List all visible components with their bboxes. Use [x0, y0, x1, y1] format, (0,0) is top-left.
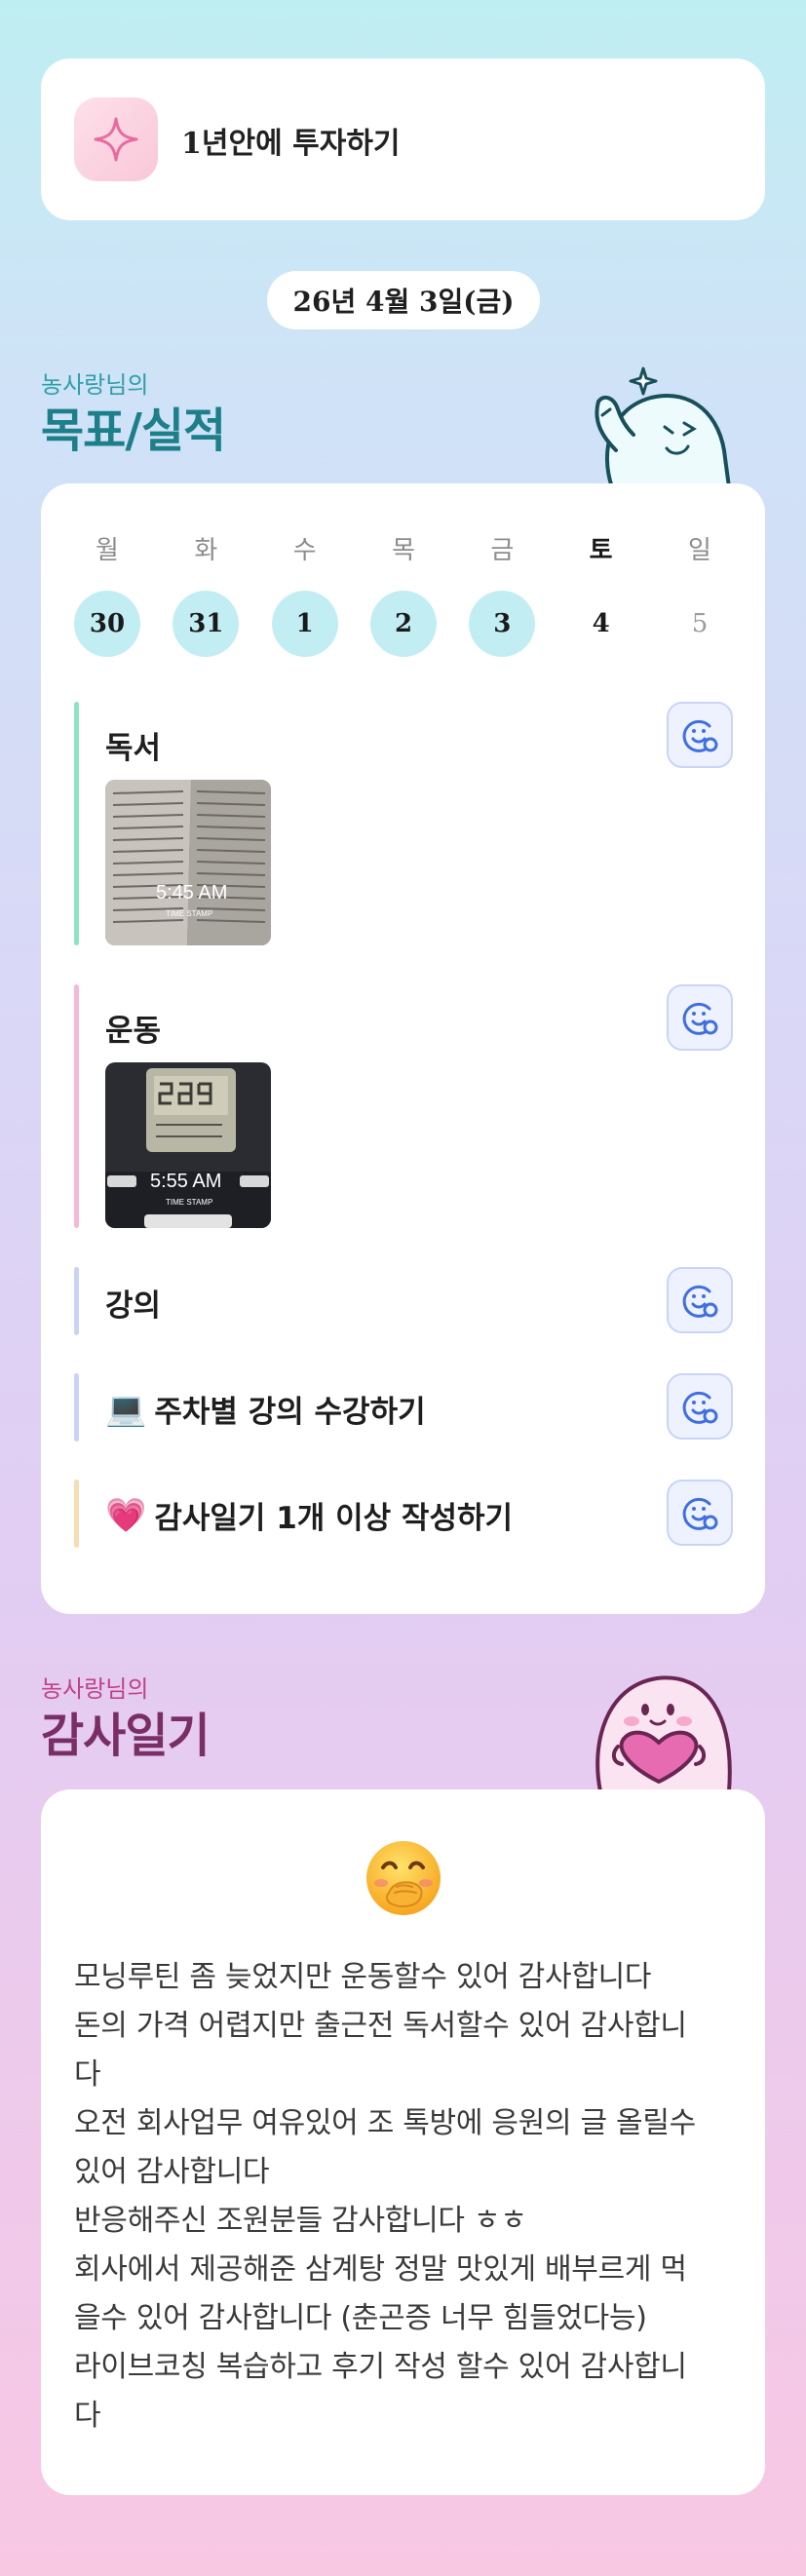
- task-bar: [74, 702, 79, 945]
- task-bar: [74, 1267, 79, 1335]
- task-bar: [74, 1480, 79, 1548]
- performance-title: 목표/실적: [41, 404, 226, 458]
- photo-stamp: TIME STAMP: [166, 909, 212, 918]
- task-reading: 독서 5:45 AM TIME STAMP: [74, 702, 733, 945]
- hand-over-mouth-emoji-icon: [366, 1841, 441, 1915]
- goal-text: 1년안에 투자하기: [181, 127, 401, 161]
- laptop-icon: 💻: [105, 1389, 147, 1429]
- day-name: 월: [96, 536, 119, 565]
- gratitude-card: 모닝루틴 좀 늦었지만 운동할수 있어 감사합니다 돈의 가격 어렵지만 출근전…: [41, 1789, 765, 2495]
- day-number[interactable]: 2: [369, 591, 437, 657]
- task-gratitude-journal: 💗 감사일기 1개 이상 작성하기: [74, 1480, 733, 1548]
- gratitude-line: 다: [74, 2057, 101, 2092]
- gratitude-line: 모닝루틴 좀 늦었지만 운동할수 있어 감사합니다: [74, 1960, 652, 1994]
- task-label: 강의: [105, 1281, 161, 1325]
- pink-heart-icon: 💗: [105, 1495, 147, 1535]
- task-label: 💻 주차별 강의 수강하기: [105, 1387, 426, 1431]
- reading-photo[interactable]: 5:45 AM TIME STAMP: [105, 780, 271, 945]
- smile-react-button[interactable]: [667, 1267, 733, 1333]
- day-name: 금: [490, 536, 515, 565]
- smile-add-icon: [682, 719, 718, 752]
- gratitude-line: 돈의 가격 어렵지만 출근전 독서할수 있어 감사합니: [74, 2009, 687, 2043]
- day-tue[interactable]: 화 31: [173, 530, 240, 657]
- gratitude-line: 오전 회사업무 여유있어 조 톡방에 응원의 글 올릴수: [74, 2106, 696, 2140]
- smile-react-button[interactable]: [667, 1373, 733, 1440]
- task-label-text: 주차별 강의 수강하기: [154, 1395, 426, 1430]
- gratitude-line: 을수 있어 감사합니다 (춘곤증 너무 힘들었다능): [74, 2301, 647, 2335]
- task-exercise: 운동 5:55 AM TIME STAMP: [74, 984, 733, 1228]
- smile-react-button[interactable]: [667, 984, 733, 1051]
- day-thu[interactable]: 목 2: [369, 530, 437, 657]
- day-name: 목: [392, 536, 415, 565]
- day-wed[interactable]: 수 1: [271, 530, 338, 657]
- task-label-text: 운동: [105, 1014, 162, 1049]
- task-label-text: 감사일기 1개 이상 작성하기: [154, 1501, 514, 1536]
- smile-add-icon: [682, 1497, 718, 1530]
- gratitude-text: 모닝루틴 좀 늦었지만 운동할수 있어 감사합니다 돈의 가격 어렵지만 출근전…: [74, 1953, 737, 2441]
- task-lecture: 강의: [74, 1267, 733, 1335]
- sparkle-icon: [74, 97, 158, 181]
- day-name: 화: [194, 536, 218, 565]
- task-label: 운동: [105, 1006, 161, 1050]
- photo-stamp: TIME STAMP: [166, 1198, 212, 1207]
- photo-time: 5:45 AM: [156, 882, 227, 904]
- task-label: 독서: [105, 723, 161, 767]
- heart-mascot-icon: [595, 1675, 732, 1791]
- goal-card[interactable]: 1년안에 투자하기: [41, 58, 765, 220]
- day-fri[interactable]: 금 3: [469, 530, 536, 657]
- task-bar: [74, 1373, 79, 1442]
- gratitude-line: 라이브코칭 복습하고 후기 작성 할수 있어 감사합니: [74, 2350, 687, 2384]
- day-number[interactable]: 31: [173, 591, 240, 657]
- gratitude-line: 반응해주신 조원분들 감사합니다 ㅎㅎ: [74, 2204, 527, 2238]
- day-mon[interactable]: 월 30: [74, 530, 140, 657]
- gratitude-line: 회사에서 제공해준 삼계탕 정말 맛있게 배부르게 먹: [74, 2252, 687, 2287]
- day-number[interactable]: 5: [667, 591, 733, 657]
- gratitude-line: 다: [74, 2399, 101, 2433]
- exercise-photo[interactable]: 5:55 AM TIME STAMP: [105, 1062, 271, 1228]
- gratitude-title: 감사일기: [41, 1709, 211, 1763]
- task-weekly-lecture: 💻 주차별 강의 수강하기: [74, 1373, 733, 1442]
- task-bar: [74, 984, 79, 1228]
- task-label-text: 독서: [105, 731, 162, 766]
- day-sat[interactable]: 토 4: [568, 530, 634, 657]
- performance-card: 월 30 화 31 수 1 목 2 금 3 토 4 일 5 독서 5:45 AM…: [41, 483, 765, 1614]
- day-number[interactable]: 4: [568, 591, 634, 657]
- day-name: 일: [688, 536, 711, 565]
- smile-add-icon: [682, 1285, 718, 1318]
- day-number[interactable]: 3: [469, 591, 536, 657]
- day-number[interactable]: 1: [271, 591, 338, 657]
- date-pill[interactable]: 26년 4월 3일(금): [267, 271, 540, 329]
- smile-add-icon: [682, 1391, 718, 1424]
- task-label: 💗 감사일기 1개 이상 작성하기: [105, 1493, 513, 1537]
- day-name: 수: [292, 536, 317, 565]
- photo-time: 5:55 AM: [150, 1171, 221, 1192]
- smile-react-button[interactable]: [667, 1480, 733, 1546]
- gratitude-line: 있어 감사합니다: [74, 2155, 270, 2189]
- ghost-mascot-icon: [595, 366, 732, 487]
- task-label-text: 강의: [105, 1288, 162, 1324]
- day-sun[interactable]: 일 5: [667, 530, 733, 657]
- day-number[interactable]: 30: [74, 591, 140, 657]
- smile-react-button[interactable]: [667, 702, 733, 768]
- day-name: 토: [589, 536, 613, 565]
- week-calendar: 월 30 화 31 수 1 목 2 금 3 토 4 일 5: [74, 530, 733, 657]
- smile-add-icon: [682, 1002, 718, 1035]
